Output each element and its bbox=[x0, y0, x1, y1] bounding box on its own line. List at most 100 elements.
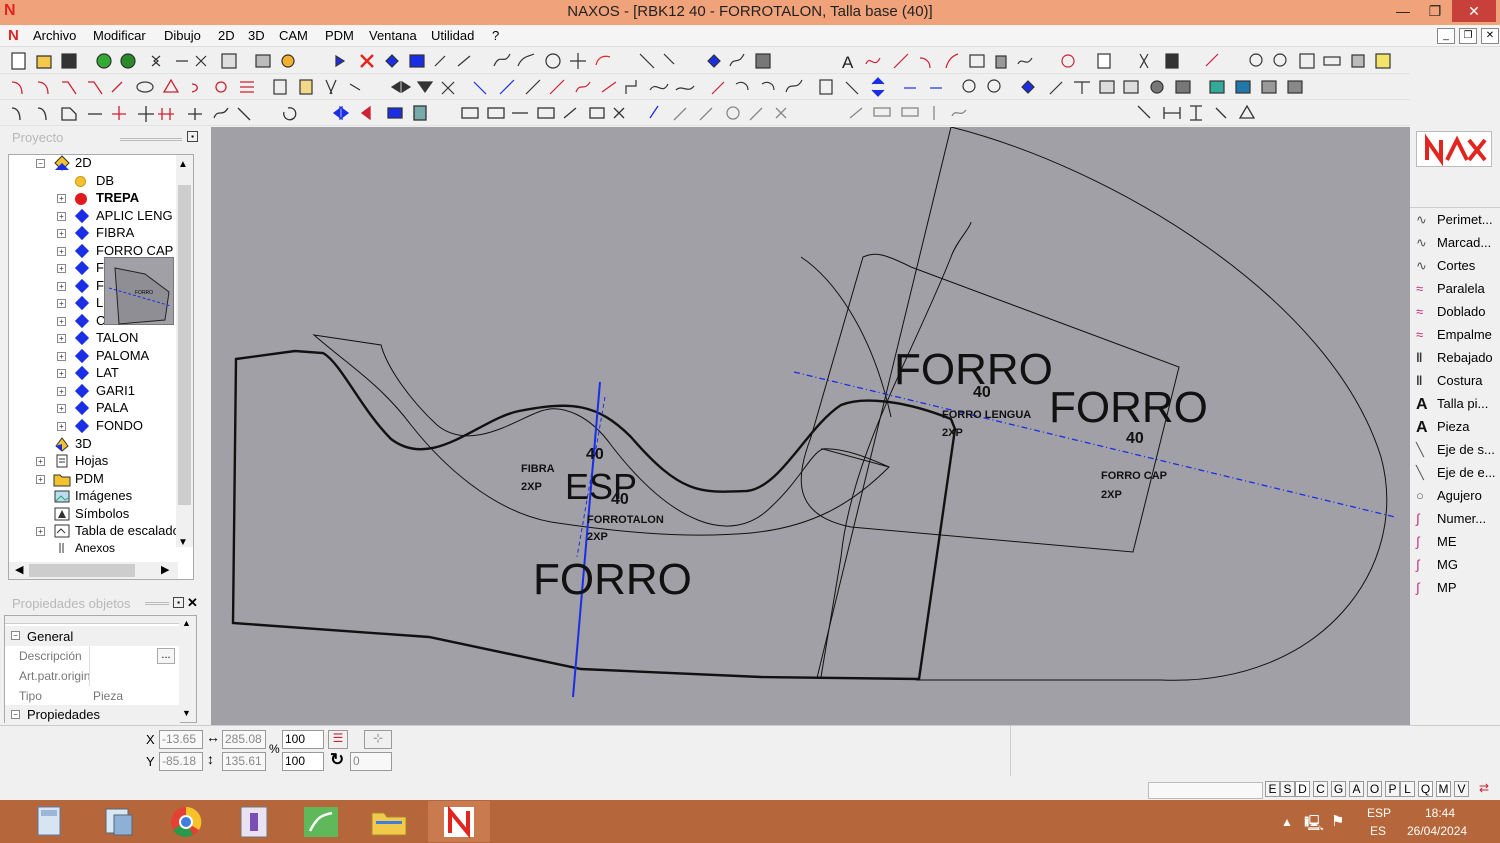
expand-icon[interactable]: + bbox=[57, 264, 66, 273]
tree-item-tabla-escalado[interactable]: + Tabla de escalado bbox=[9, 523, 180, 540]
tool-pieza[interactable]: A Pieza bbox=[1414, 416, 1500, 438]
tree-item-gari1[interactable]: + GARI1 bbox=[9, 383, 179, 400]
expand-icon[interactable]: + bbox=[36, 527, 45, 536]
panel-grip[interactable] bbox=[145, 602, 169, 605]
tool-paralela[interactable]: ≈ Paralela bbox=[1414, 278, 1500, 300]
snap-c-button[interactable]: C bbox=[1313, 781, 1328, 797]
expand-icon[interactable]: + bbox=[57, 194, 66, 203]
tool-numeracion[interactable]: ∫ Numer... bbox=[1414, 508, 1500, 530]
collapse-icon[interactable]: − bbox=[36, 159, 45, 168]
tree-item-fondo[interactable]: + FONDO bbox=[9, 418, 179, 435]
scroll-down-icon[interactable]: ▼ bbox=[182, 708, 191, 718]
menu-archivo[interactable]: Archivo bbox=[33, 28, 76, 43]
expand-icon[interactable]: + bbox=[36, 457, 45, 466]
tree-item-trepa[interactable]: + TREPA bbox=[9, 190, 179, 207]
restore-button[interactable]: ❐ bbox=[1418, 0, 1452, 22]
snap-s-button[interactable]: S bbox=[1280, 781, 1295, 797]
prop-row-tipo[interactable]: Tipo Pieza bbox=[5, 686, 180, 706]
scroll-right-icon[interactable]: ▶ bbox=[161, 563, 169, 576]
close-button[interactable]: ✕ bbox=[1452, 0, 1496, 22]
app-menu-icon[interactable]: N bbox=[8, 27, 19, 44]
tool-marcado[interactable]: ∿ Marcad... bbox=[1414, 232, 1500, 254]
snap-a-button[interactable]: A bbox=[1349, 781, 1364, 797]
tool-doblado[interactable]: ≈ Doblado bbox=[1414, 301, 1500, 323]
menu-ventana[interactable]: Ventana bbox=[369, 28, 417, 43]
menu-dibujo[interactable]: Dibujo bbox=[164, 28, 201, 43]
height-field[interactable]: 135.61 bbox=[222, 752, 266, 771]
section-general-row[interactable]: − General bbox=[5, 626, 180, 646]
pattern-drawing[interactable]: FORRO FORRO FORRO ESP 40 40 40 40 FIBRA … bbox=[211, 127, 1410, 725]
snap-e-button[interactable]: E bbox=[1265, 781, 1280, 797]
width-field[interactable]: 285.08 bbox=[222, 730, 266, 749]
snap-grid-icon[interactable]: ⊹ bbox=[364, 730, 392, 749]
tree-item-pdm[interactable]: + PDM bbox=[9, 471, 179, 488]
snap-d-button[interactable]: D bbox=[1295, 781, 1310, 797]
prop-value[interactable]: Pieza bbox=[93, 689, 123, 703]
scroll-down-icon[interactable]: ▼ bbox=[178, 537, 188, 548]
tool-eje-escalado[interactable]: ╲ Eje de e... bbox=[1414, 462, 1500, 484]
menu-utilidad[interactable]: Utilidad bbox=[431, 28, 474, 43]
action-center-flag-icon[interactable]: ⚑ bbox=[1331, 812, 1344, 830]
taskbar-green-app[interactable] bbox=[290, 801, 352, 842]
scroll-left-icon[interactable]: ◀ bbox=[15, 563, 23, 576]
menu-2d[interactable]: 2D bbox=[218, 28, 235, 43]
scale-x-field[interactable]: 100 bbox=[282, 730, 324, 749]
expand-icon[interactable]: + bbox=[36, 475, 45, 484]
tree-item-imagenes[interactable]: Imágenes bbox=[9, 488, 179, 505]
browse-button[interactable]: ... bbox=[157, 648, 175, 664]
expand-icon[interactable]: + bbox=[57, 404, 66, 413]
panel-pin-icon[interactable]: ▪ bbox=[187, 131, 198, 142]
toolbar-row-3-icons[interactable] bbox=[0, 100, 1410, 126]
panel-close-icon[interactable]: ✕ bbox=[187, 595, 198, 611]
tree-hscrollbar[interactable]: ◀ ▶ bbox=[9, 562, 178, 579]
collapse-icon[interactable]: − bbox=[11, 710, 20, 719]
mdi-restore-icon[interactable]: ❐ bbox=[1459, 28, 1477, 44]
expand-icon[interactable]: + bbox=[57, 212, 66, 221]
tree-item-lat[interactable]: + LAT bbox=[9, 365, 179, 382]
prop-row-art-patr[interactable]: Art.patr.origin bbox=[5, 666, 180, 686]
expand-icon[interactable]: + bbox=[57, 229, 66, 238]
menu-help[interactable]: ? bbox=[492, 28, 499, 43]
tool-rebajado[interactable]: ‖ Rebajado bbox=[1414, 347, 1500, 369]
snap-p-button[interactable]: P bbox=[1385, 781, 1400, 797]
toolbar-row-1-icons[interactable]: A bbox=[0, 48, 1410, 74]
expand-icon[interactable]: + bbox=[57, 247, 66, 256]
snap-settings-icon[interactable]: ⇄ bbox=[1474, 781, 1494, 797]
toolbar-row-2-icons[interactable] bbox=[0, 74, 1410, 100]
clock-date[interactable]: 26/04/2024 bbox=[1407, 824, 1467, 838]
tree-item-fibra[interactable]: + FIBRA bbox=[9, 225, 179, 242]
menu-3d[interactable]: 3D bbox=[248, 28, 265, 43]
minimize-button[interactable]: — bbox=[1386, 0, 1420, 22]
tool-perimetro[interactable]: ∿ Perimet... bbox=[1414, 209, 1500, 231]
scroll-up-icon[interactable]: ▲ bbox=[178, 159, 188, 170]
show-hidden-icons[interactable]: ▲ bbox=[1281, 815, 1293, 829]
rotation-field[interactable]: 0 bbox=[350, 752, 392, 771]
taskbar-file-explorer[interactable] bbox=[358, 801, 420, 842]
expand-icon[interactable]: + bbox=[57, 387, 66, 396]
collapse-icon[interactable]: − bbox=[11, 631, 20, 640]
tree-item-3d[interactable]: 3D bbox=[9, 436, 179, 453]
tree-item-simbolos[interactable]: Símbolos bbox=[9, 506, 179, 523]
snap-m-button[interactable]: M bbox=[1436, 781, 1451, 797]
tree-vscrollbar[interactable]: ▲ ▼ bbox=[176, 155, 193, 548]
taskbar-chrome[interactable] bbox=[155, 801, 217, 842]
tree-item-2d[interactable]: − 2D bbox=[9, 155, 179, 172]
snap-v-button[interactable]: V bbox=[1454, 781, 1469, 797]
scroll-thumb[interactable] bbox=[178, 185, 191, 505]
snap-g-button[interactable]: G bbox=[1331, 781, 1346, 797]
expand-icon[interactable]: + bbox=[57, 334, 66, 343]
expand-icon[interactable]: + bbox=[57, 299, 66, 308]
tree-item-aplic-leng[interactable]: + APLIC LENG bbox=[9, 208, 179, 225]
mdi-close-icon[interactable]: ✕ bbox=[1481, 28, 1499, 44]
tool-agujero[interactable]: ○ Agujero bbox=[1414, 485, 1500, 507]
props-scrollbar[interactable]: ▲ ▼ bbox=[179, 616, 196, 722]
menu-modificar[interactable]: Modificar bbox=[93, 28, 146, 43]
tool-costura[interactable]: ‖ Costura bbox=[1414, 370, 1500, 392]
panel-float-icon[interactable]: ▪ bbox=[173, 597, 184, 608]
expand-icon[interactable]: + bbox=[57, 317, 66, 326]
taskbar-explorer-docs[interactable] bbox=[88, 801, 150, 842]
expand-icon[interactable]: + bbox=[57, 369, 66, 378]
menu-pdm[interactable]: PDM bbox=[325, 28, 354, 43]
scroll-up-icon[interactable]: ▲ bbox=[182, 618, 191, 628]
panel-grip[interactable] bbox=[120, 138, 182, 141]
